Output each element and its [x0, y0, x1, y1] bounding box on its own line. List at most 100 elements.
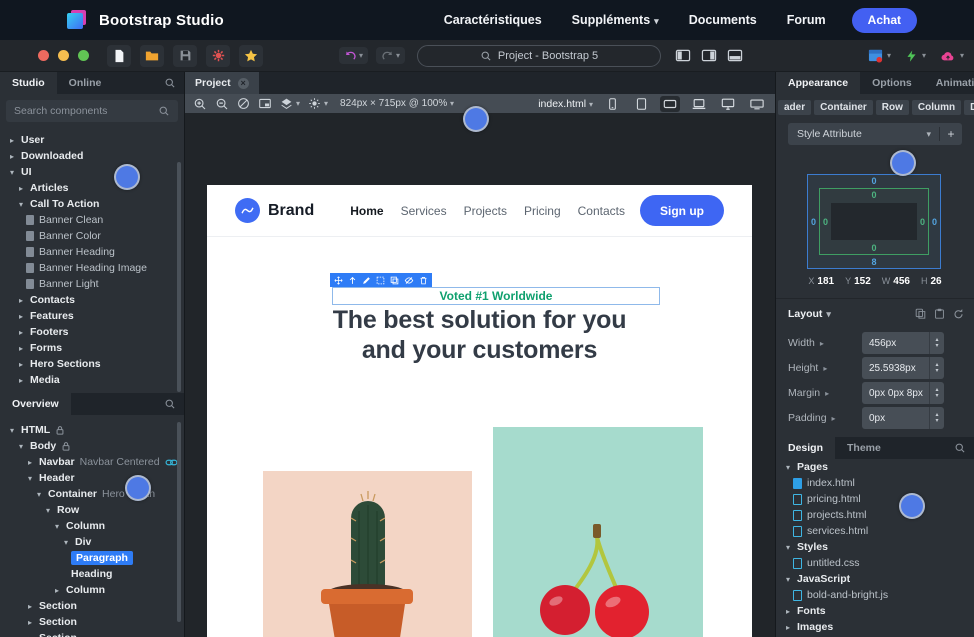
tree-item-forms[interactable]: ▸Forms [0, 340, 184, 356]
nav-docs[interactable]: Documents [689, 13, 757, 27]
publish-button[interactable]: ▾ [940, 49, 964, 63]
tree-item-hero-sections[interactable]: ▸Hero Sections [0, 356, 184, 372]
tab-options[interactable]: Options [860, 72, 924, 94]
tree-item-contacts[interactable]: ▸Contacts [0, 292, 184, 308]
export-button[interactable]: ▾ [905, 49, 926, 63]
zoom-in-icon[interactable] [193, 97, 207, 111]
overview-item-row[interactable]: ▾Row [0, 502, 184, 518]
device-tablet-button[interactable] [631, 96, 651, 112]
tab-online[interactable]: Online [57, 72, 114, 94]
overview-item-heading[interactable]: Heading [0, 566, 184, 582]
tree-item-media[interactable]: ▸Media [0, 372, 184, 388]
overview-search[interactable] [164, 393, 184, 415]
tab-design[interactable]: Design [776, 437, 835, 459]
height-label[interactable]: Height▸ [776, 362, 862, 374]
canvas-dimensions[interactable]: 824px × 715px @ 100% ▾ [340, 98, 454, 109]
layers-dropdown[interactable]: ▾ [280, 97, 300, 110]
overview-item-navbar[interactable]: ▸NavbarNavbar Centered [0, 454, 184, 470]
overview-item-div[interactable]: ▾Div [0, 534, 184, 550]
buy-button[interactable]: Achat [852, 8, 917, 33]
tree-item-call-to-action[interactable]: ▾Call To Action [0, 196, 184, 212]
toggle-bottom-panel-icon[interactable] [727, 48, 743, 63]
breadcrumb-column[interactable]: Column [912, 100, 961, 115]
design-file-pricing[interactable]: pricing.html [776, 491, 974, 507]
design-search[interactable] [954, 437, 974, 459]
breadcrumb-header[interactable]: ader [778, 100, 811, 115]
overview-item-section2[interactable]: ▸Section [0, 614, 184, 630]
nav-addons[interactable]: Suppléments▾ [572, 13, 659, 27]
chevron-down-icon[interactable]: ▾ [887, 51, 891, 60]
add-style-button[interactable]: + [940, 127, 962, 141]
design-item-images[interactable]: ▸Images [776, 619, 974, 635]
design-file-index[interactable]: index.html [776, 475, 974, 491]
preview-link-home[interactable]: Home [350, 204, 383, 218]
overview-item-html[interactable]: ▾HTML [0, 422, 184, 438]
chevron-down-icon[interactable]: ▾ [396, 51, 400, 60]
margin-stepper[interactable]: ▴▾ [929, 382, 944, 404]
design-file-untitled-css[interactable]: untitled.css [776, 555, 974, 571]
design-file-projects[interactable]: projects.html [776, 507, 974, 523]
device-tablet-landscape-button[interactable] [660, 96, 680, 112]
signup-button[interactable]: Sign up [640, 195, 724, 226]
selected-paragraph[interactable]: Voted #1 Worldwide [332, 287, 660, 305]
tab-project[interactable]: Project × [185, 72, 259, 94]
duplicate-icon[interactable] [390, 276, 399, 285]
preview-page[interactable]: Brand Home Services Projects Pricing Con… [207, 185, 752, 637]
overview-item-column2[interactable]: ▸Column [0, 582, 184, 598]
design-file-services[interactable]: services.html [776, 523, 974, 539]
select-parent-icon[interactable] [348, 276, 357, 285]
chevron-down-icon[interactable]: ▾ [922, 51, 926, 60]
cactus-image[interactable] [263, 471, 472, 637]
width-stepper[interactable]: ▴▾ [929, 332, 944, 354]
theme-brightness-dropdown[interactable]: ▾ [308, 97, 328, 110]
components-tab-search[interactable] [164, 72, 184, 94]
tab-appearance[interactable]: Appearance [776, 72, 860, 94]
components-scrollbar[interactable] [177, 162, 181, 392]
zoom-out-icon[interactable] [215, 97, 229, 111]
box-model-diagram[interactable]: 0 8 0 0 0 0 0 0 [807, 174, 941, 269]
preview-link-services[interactable]: Services [401, 204, 447, 218]
overview-item-paragraph-selected[interactable]: Paragraph [0, 550, 184, 566]
close-tab-icon[interactable]: × [238, 78, 249, 89]
preview-navbar[interactable]: Brand Home Services Projects Pricing Con… [207, 185, 752, 237]
page-selector[interactable]: index.html ▾ [538, 98, 593, 110]
padding-label[interactable]: Padding▸ [776, 412, 862, 424]
tab-overview[interactable]: Overview [0, 393, 71, 415]
width-input[interactable]: 456px▴▾ [862, 332, 944, 354]
style-attribute-select[interactable]: Style Attribute ▾ + [788, 123, 962, 145]
nav-features[interactable]: Caractéristiques [444, 13, 542, 27]
breadcrumb-row[interactable]: Row [876, 100, 909, 115]
layout-section-header[interactable]: Layout▾ [788, 308, 831, 320]
device-phone-button[interactable] [602, 96, 622, 112]
cherries-image[interactable] [493, 427, 703, 637]
reset-styles-icon[interactable] [953, 308, 964, 319]
preview-link-pricing[interactable]: Pricing [524, 204, 561, 218]
padding-stepper[interactable]: ▴▾ [929, 407, 944, 429]
tab-theme[interactable]: Theme [835, 437, 893, 459]
minimize-window-button[interactable] [58, 50, 69, 61]
settings-button[interactable] [206, 45, 230, 67]
width-label[interactable]: Width▸ [776, 337, 862, 349]
design-item-fonts[interactable]: ▸Fonts [776, 603, 974, 619]
hero-heading[interactable]: The best solution for you and your custo… [207, 306, 752, 365]
toggle-right-panel-icon[interactable] [701, 48, 717, 63]
brand-logo-icon[interactable] [235, 198, 260, 223]
tab-animation[interactable]: Animation [924, 72, 974, 94]
design-item-pages[interactable]: ▾Pages [776, 459, 974, 475]
hide-icon[interactable] [404, 276, 414, 285]
component-banner-clean[interactable]: Banner Clean [0, 212, 184, 228]
padding-input[interactable]: 0px▴▾ [862, 407, 944, 429]
tree-item-ui[interactable]: ▾UI [0, 164, 184, 180]
chevron-down-icon[interactable]: ▾ [359, 51, 363, 60]
project-search-field[interactable]: Project - Bootstrap 5 [417, 45, 661, 67]
design-file-bold-and-bright-js[interactable]: bold-and-bright.js [776, 587, 974, 603]
disable-styles-icon[interactable] [237, 97, 250, 110]
breadcrumb-div[interactable]: Div [964, 100, 974, 115]
device-monitor-button[interactable] [747, 96, 767, 112]
close-window-button[interactable] [38, 50, 49, 61]
overview-item-header[interactable]: ▾Header [0, 470, 184, 486]
tree-item-user[interactable]: ▸User [0, 132, 184, 148]
new-file-button[interactable] [107, 45, 131, 67]
tree-item-features[interactable]: ▸Features [0, 308, 184, 324]
height-stepper[interactable]: ▴▾ [929, 357, 944, 379]
